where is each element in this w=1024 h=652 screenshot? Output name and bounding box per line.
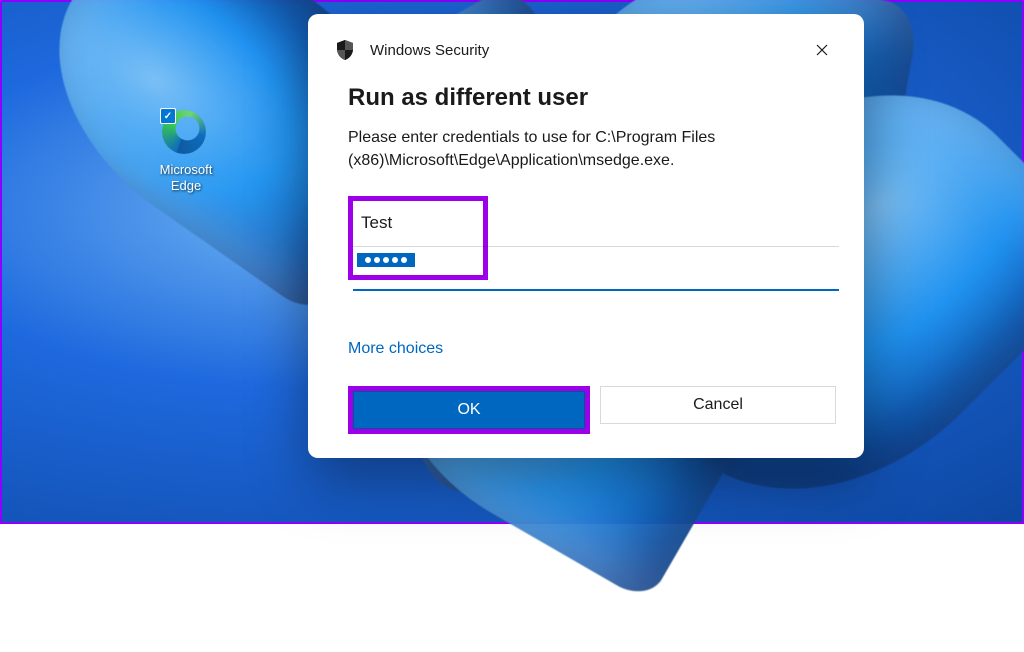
shortcut-badge-icon — [160, 108, 176, 124]
password-input[interactable] — [357, 253, 415, 267]
dialog-content: Run as different user Please enter crede… — [336, 84, 836, 434]
dialog-buttons: OK Cancel — [348, 386, 836, 434]
desktop-icon-edge[interactable]: Microsoft Edge — [146, 110, 226, 195]
dialog-title: Windows Security — [370, 42, 489, 59]
dialog-header: Windows Security — [336, 36, 836, 64]
ok-button[interactable]: OK — [353, 391, 585, 429]
username-input[interactable] — [353, 201, 483, 245]
close-icon — [816, 44, 828, 56]
more-choices-link[interactable]: More choices — [348, 340, 443, 358]
dialog-heading: Run as different user — [348, 84, 836, 112]
edge-icon — [162, 110, 210, 158]
shield-icon — [336, 40, 354, 60]
close-button[interactable] — [808, 36, 836, 64]
dialog-description: Please enter credentials to use for C:\P… — [348, 126, 836, 172]
cancel-button[interactable]: Cancel — [600, 386, 836, 424]
credentials-highlight — [348, 196, 488, 280]
desktop-icon-label: Microsoft Edge — [146, 162, 226, 193]
ok-button-highlight: OK — [348, 386, 590, 434]
windows-security-dialog: Windows Security Run as different user P… — [308, 14, 864, 458]
desktop-background: Microsoft Edge Windows Security — [2, 2, 1022, 522]
